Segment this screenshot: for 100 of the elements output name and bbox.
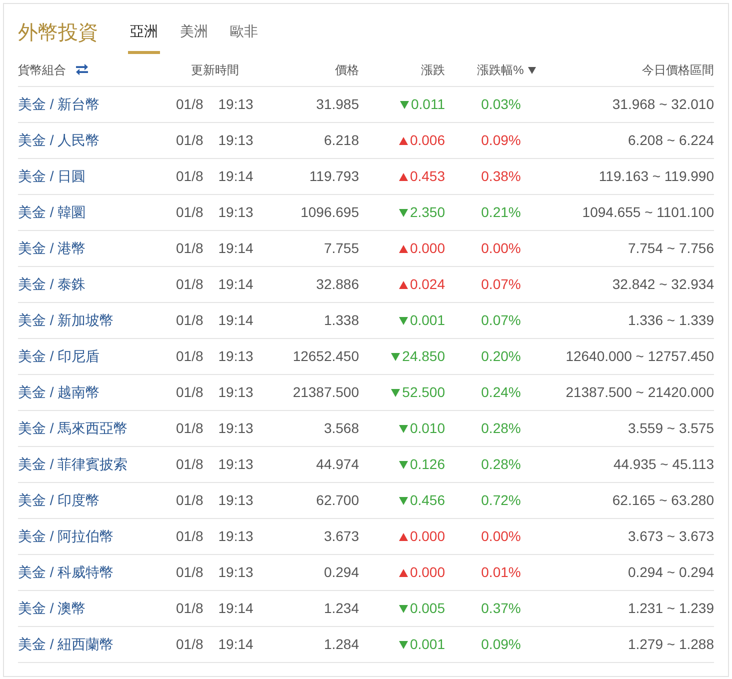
change-percent: 0.28% — [480, 455, 522, 474]
price-cell-text: 3.673 — [322, 527, 359, 546]
column-header: 更新時間 — [190, 62, 240, 79]
change-percent: 0.07% — [480, 275, 522, 294]
column-header[interactable]: 漲跌幅% — [477, 61, 524, 79]
update-date: 01/8 — [176, 275, 204, 294]
price-cell-text: 1096.695 — [300, 203, 359, 222]
change-value: 2.350 — [410, 203, 445, 222]
change-percent: 0.28% — [480, 419, 522, 438]
page-title: 外幣投資 — [18, 23, 98, 43]
update-date: 01/8 — [176, 239, 204, 258]
price-range: 44.935 ~ 45.113 — [612, 455, 714, 474]
currency-pair-link[interactable]: 美金 / 日圓 — [18, 166, 176, 187]
change-value: 0.126 — [410, 455, 445, 474]
update-date: 01/8 — [176, 455, 204, 474]
update-time: 19:13 — [218, 419, 254, 438]
price-range: 62.165 ~ 63.280 — [611, 491, 714, 510]
currency-pair-link[interactable]: 美金 / 印尼盾 — [18, 346, 176, 367]
update-time: 19:13 — [218, 95, 254, 114]
change-percent: 0.00% — [480, 527, 522, 546]
update-date: 01/8 — [176, 635, 204, 654]
region-tab[interactable]: 亞洲 — [128, 21, 160, 54]
currency-pair-link[interactable]: 美金 / 人民幣 — [18, 130, 176, 151]
currency-pair-link[interactable]: 美金 / 新台幣 — [18, 94, 176, 115]
change-percent: 0.38% — [480, 167, 522, 186]
price-range: 6.208 ~ 6.224 — [626, 131, 714, 150]
currency-pair-link[interactable]: 美金 / 新加坡幣 — [18, 310, 176, 331]
price-range: 31.968 ~ 32.010 — [611, 95, 714, 114]
price-range: 1094.655 ~ 1101.100 — [581, 203, 714, 222]
price-cell-text: 44.974 — [315, 455, 359, 474]
currency-pair-link[interactable]: 美金 / 馬來西亞幣 — [18, 418, 176, 439]
currency-pair-link[interactable]: 美金 / 印度幣 — [18, 490, 176, 511]
change-percent: 0.37% — [480, 599, 522, 618]
change-value: 0.006 — [410, 131, 445, 150]
currency-pair-link[interactable]: 美金 / 科威特幣 — [18, 562, 176, 583]
update-date: 01/8 — [176, 527, 204, 546]
price-range: 1.336 ~ 1.339 — [626, 311, 714, 330]
price-cell-text: 3.568 — [322, 419, 359, 438]
update-time: 19:14 — [218, 635, 254, 654]
change-value: 0.011 — [411, 95, 445, 114]
change-value: 0.000 — [410, 239, 445, 258]
change-percent: 0.72% — [480, 491, 522, 510]
column-header: 貨幣組合 — [18, 62, 66, 79]
price-range: 7.754 ~ 7.756 — [626, 239, 714, 258]
swap-arrows-icon[interactable] — [76, 64, 88, 76]
change-percent: 0.00% — [480, 239, 522, 258]
currency-pair-link[interactable]: 美金 / 菲律賓披索 — [18, 454, 176, 475]
price-range: 32.842 ~ 32.934 — [611, 275, 714, 294]
update-time: 19:13 — [218, 203, 254, 222]
price-range: 1.279 ~ 1.288 — [626, 635, 714, 654]
price-range: 119.163 ~ 119.990 — [598, 167, 714, 186]
update-time: 19:14 — [218, 311, 254, 330]
change-percent: 0.21% — [480, 203, 522, 222]
price-cell-text: 1.234 — [322, 599, 359, 618]
price-range: 0.294 ~ 0.294 — [626, 563, 714, 582]
currency-pair-link[interactable]: 美金 / 澳幣 — [18, 598, 176, 619]
column-header: 今日價格區間 — [641, 62, 714, 79]
update-time: 19:14 — [218, 599, 254, 618]
region-tab[interactable]: 歐非 — [228, 21, 260, 54]
price-cell-text: 21387.500 — [292, 383, 359, 402]
change-value: 0.005 — [410, 599, 445, 618]
update-date: 01/8 — [176, 563, 204, 582]
update-date: 01/8 — [176, 383, 204, 402]
price-range: 12640.000 ~ 12757.450 — [564, 347, 714, 366]
change-percent: 0.09% — [480, 131, 522, 150]
change-value: 52.500 — [402, 383, 445, 402]
change-value: 0.010 — [410, 419, 445, 438]
update-date: 01/8 — [176, 203, 204, 222]
currency-pair-link[interactable]: 美金 / 泰銖 — [18, 274, 176, 295]
price-cell-text: 31.985 — [315, 95, 359, 114]
price-cell-text: 62.700 — [315, 491, 359, 510]
update-time: 19:14 — [218, 167, 254, 186]
currency-pair-link[interactable]: 美金 / 港幣 — [18, 238, 176, 259]
currency-pair-link[interactable]: 美金 / 阿拉伯幣 — [18, 526, 176, 547]
change-value: 0.453 — [410, 167, 445, 186]
change-value: 0.001 — [410, 635, 445, 654]
change-value: 0.001 — [410, 311, 445, 330]
change-value: 0.000 — [410, 563, 445, 582]
update-time: 19:13 — [218, 527, 254, 546]
update-time: 19:13 — [218, 347, 254, 366]
currency-pair-link[interactable]: 美金 / 越南幣 — [18, 382, 176, 403]
price-range: 3.559 ~ 3.575 — [626, 419, 714, 438]
update-time: 19:14 — [218, 275, 254, 294]
price-cell-text: 1.284 — [322, 635, 359, 654]
update-date: 01/8 — [176, 491, 204, 510]
region-tab[interactable]: 美洲 — [178, 21, 210, 54]
update-time: 19:14 — [218, 239, 254, 258]
price-cell-text: 6.218 — [322, 131, 359, 150]
update-time: 19:13 — [218, 131, 254, 150]
currency-pair-link[interactable]: 美金 / 紐西蘭幣 — [18, 634, 176, 655]
price-cell-text: 7.755 — [322, 239, 359, 258]
update-time: 19:13 — [218, 383, 254, 402]
change-percent: 0.01% — [480, 563, 522, 582]
sort-down-icon[interactable] — [528, 66, 536, 74]
change-percent: 0.03% — [480, 95, 522, 114]
update-time: 19:13 — [218, 491, 254, 510]
currency-pair-link[interactable]: 美金 / 韓圜 — [18, 202, 176, 223]
update-date: 01/8 — [176, 167, 204, 186]
change-percent: 0.20% — [480, 347, 522, 366]
price-range: 21387.500 ~ 21420.000 — [564, 383, 714, 402]
